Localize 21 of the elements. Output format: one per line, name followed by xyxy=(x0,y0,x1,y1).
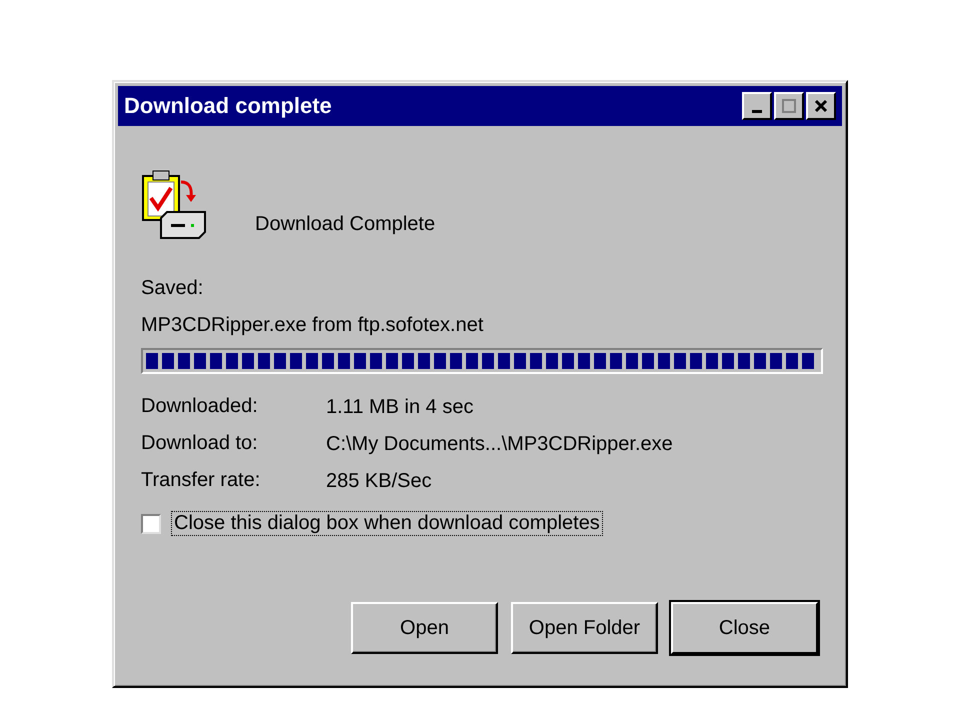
detail-value: C:\My Documents...\MP3CDRipper.exe xyxy=(326,432,673,456)
dialog-button[interactable]: Close xyxy=(671,602,818,654)
minimize-button[interactable] xyxy=(742,92,772,120)
detail-label: Downloaded: xyxy=(141,395,259,418)
detail-value: 285 KB/Sec xyxy=(326,468,432,492)
detail-label: Transfer rate: xyxy=(141,469,262,492)
maximize-icon xyxy=(782,99,796,113)
saved-file-text: MP3CDRipper.exe from ftp.sofotex.net xyxy=(141,313,484,337)
dialog-button[interactable]: Open xyxy=(351,602,498,654)
close-button[interactable] xyxy=(806,92,836,120)
status-heading: Download Complete xyxy=(255,212,436,236)
saved-label: Saved: xyxy=(141,276,204,300)
window-title: Download complete xyxy=(124,93,332,119)
detail-label: Download to: xyxy=(141,432,259,455)
minimize-icon xyxy=(752,110,762,112)
detail-value: 1.11 MB in 4 sec xyxy=(326,394,474,418)
checkbox[interactable] xyxy=(141,514,161,534)
clipboard-drive-icon xyxy=(141,168,207,240)
dialog-button[interactable]: Open Folder xyxy=(511,602,658,654)
close-icon xyxy=(814,99,828,113)
checkbox-label[interactable]: Close this dialog box when download completes xyxy=(171,511,603,536)
